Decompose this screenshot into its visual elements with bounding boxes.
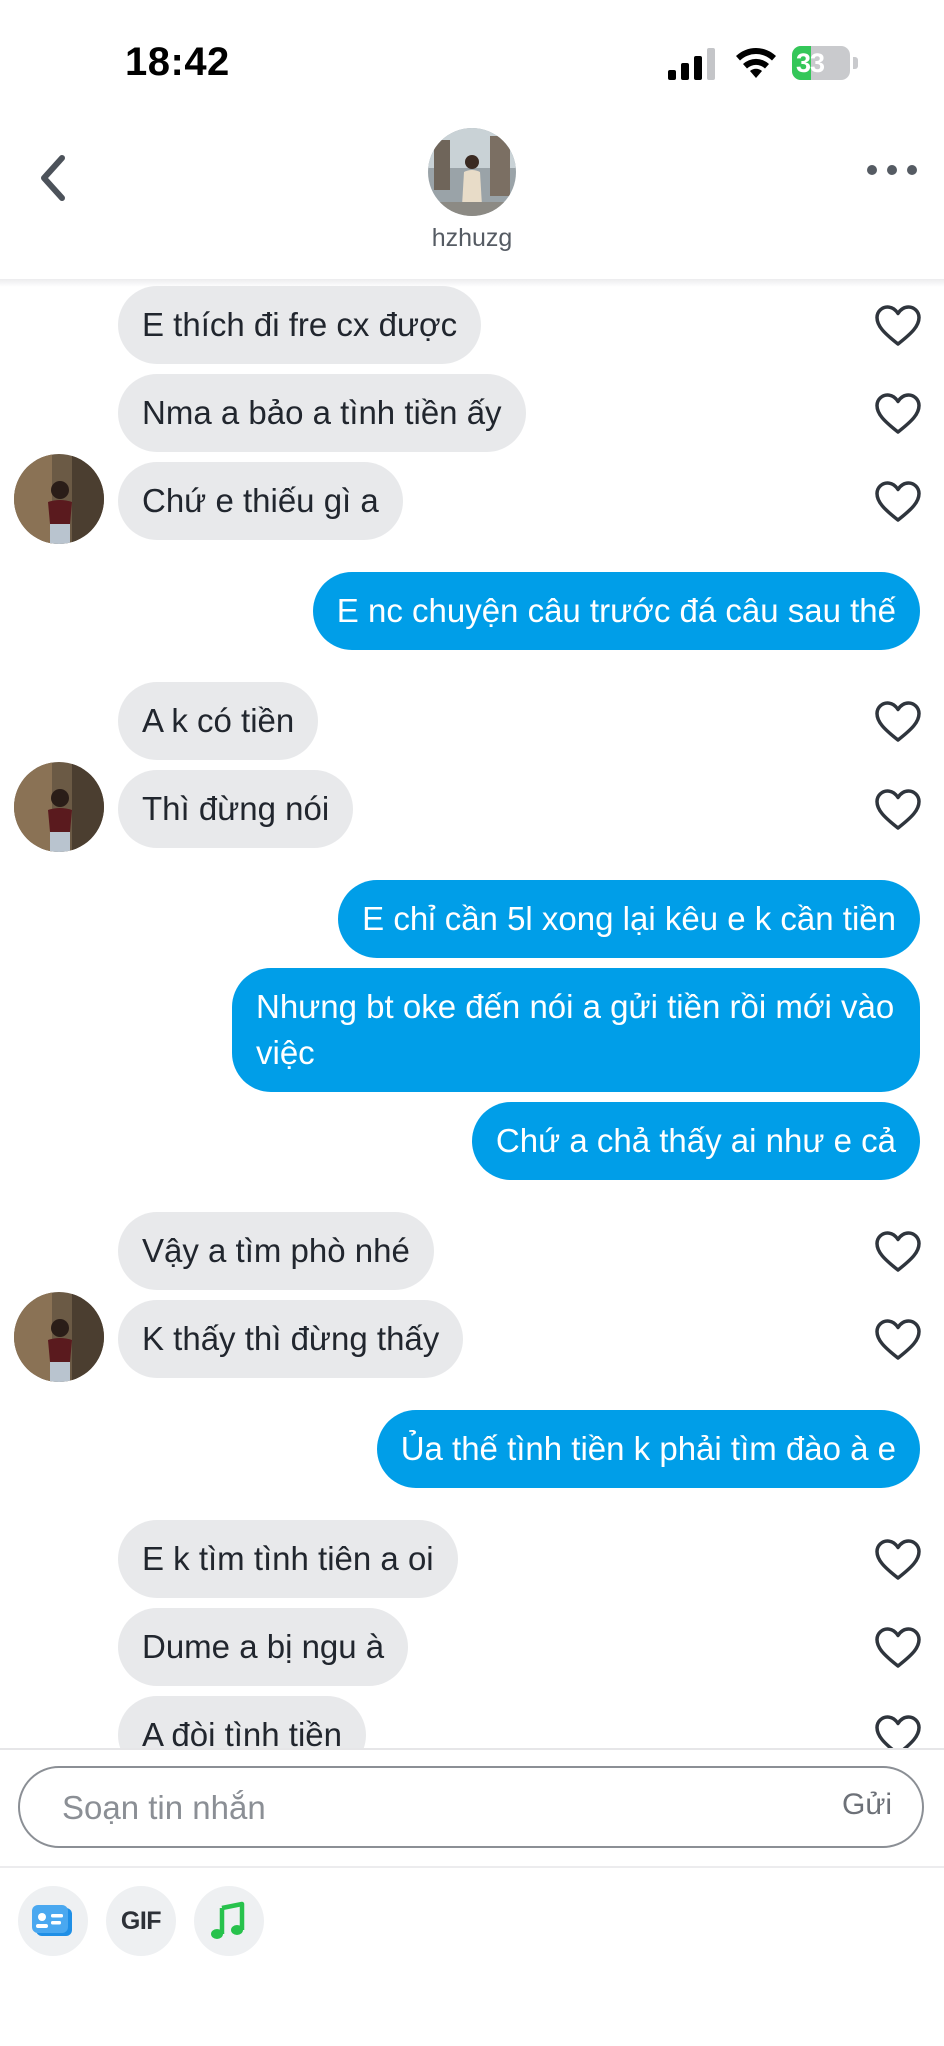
music-note-icon [211,1901,245,1939]
heart-outline-icon[interactable] [874,700,922,744]
heart-outline-icon[interactable] [874,788,922,832]
status-bar: 18:42 33 [0,0,944,120]
send-button[interactable]: Gửi [842,1788,892,1822]
message-received[interactable]: K thấy thì đừng thấy [118,1300,464,1378]
heart-outline-icon[interactable] [874,1230,922,1274]
message-sent[interactable]: Nhưng bt oke đến nói a gửi tiền rồi mới … [232,968,920,1092]
wifi-icon [736,48,776,78]
battery-icon: 33 [792,46,858,80]
chevron-left-icon[interactable] [30,148,78,208]
message-composer: Gửi GIF [0,1748,944,2046]
avatar[interactable] [14,1292,104,1382]
avatar[interactable] [428,128,516,216]
music-button[interactable] [194,1886,264,1956]
heart-outline-icon[interactable] [874,304,922,348]
message-input[interactable] [60,1782,764,1834]
message-sent[interactable]: Ủa thế tình tiền k phải tìm đào à e [376,1410,920,1488]
gif-button[interactable]: GIF [106,1886,176,1956]
message-received[interactable]: Nma a bảo a tình tiền ấy [118,374,526,452]
heart-outline-icon[interactable] [874,1538,922,1582]
message-received[interactable]: A k có tiền [118,682,319,760]
chat-header: hzhuzg [0,120,944,280]
avatar[interactable] [14,454,104,544]
avatar[interactable] [14,762,104,852]
contact-username[interactable]: hzhuzg [372,224,572,253]
message-received[interactable]: Vậy a tìm phò nhé [118,1212,434,1290]
status-time: 18:42 [125,40,230,84]
message-received[interactable]: Thì đừng nói [118,770,354,848]
tools-divider [0,1866,944,1868]
message-thread[interactable]: E thích đi fre cx được Nma a bảo a tình … [0,280,944,1748]
message-sent[interactable]: E nc chuyện câu trước đá câu sau thế [312,572,920,650]
message-sent[interactable]: E chỉ cần 5l xong lại kêu e k cần tiền [338,880,920,958]
signal-icon [668,48,715,80]
message-received[interactable]: E thích đi fre cx được [118,286,482,364]
composer-divider [0,1748,944,1750]
contact-card-icon [32,1905,72,1936]
heart-outline-icon[interactable] [874,1318,922,1362]
message-received[interactable]: Chứ e thiếu gì a [118,462,403,540]
contact-card-button[interactable] [18,1886,88,1956]
heart-outline-icon[interactable] [874,1714,922,1748]
message-received[interactable]: E k tìm tình tiên a oi [118,1520,458,1598]
message-input-box[interactable]: Gửi [18,1766,924,1848]
heart-outline-icon[interactable] [874,1626,922,1670]
message-received[interactable]: A đòi tình tiền [118,1696,366,1748]
heart-outline-icon[interactable] [874,392,922,436]
message-sent[interactable]: Chứ a chả thấy ai như e cả [471,1102,920,1180]
battery-percentage: 33 [796,48,825,78]
more-dots-icon[interactable] [862,150,922,190]
heart-outline-icon[interactable] [874,480,922,524]
message-received[interactable]: Dume a bị ngu à [118,1608,409,1686]
